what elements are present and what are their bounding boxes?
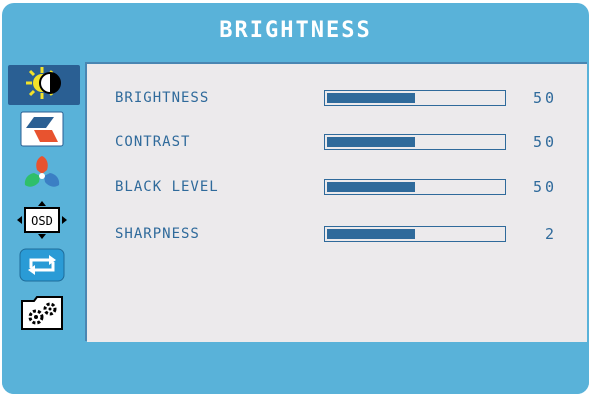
sidebar: OSD: [2, 62, 87, 341]
setting-row-sharpness[interactable]: SHARPNESS 2: [87, 223, 587, 249]
sidebar-item-color[interactable]: [14, 111, 70, 151]
setting-row-brightness[interactable]: BRIGHTNESS 50: [87, 87, 587, 113]
setting-value: 2: [544, 225, 557, 243]
brightness-slider[interactable]: [324, 90, 506, 106]
setting-label: CONTRAST: [115, 134, 191, 150]
sidebar-item-reset[interactable]: [14, 247, 70, 287]
rgb-icon: [20, 154, 64, 198]
reset-icon: [19, 248, 65, 286]
sidebar-item-rgb[interactable]: [14, 156, 70, 196]
brightness-icon: [22, 65, 66, 105]
contrast-slider[interactable]: [324, 134, 506, 150]
slider-fill: [327, 93, 415, 103]
setting-row-contrast[interactable]: CONTRAST 50: [87, 131, 587, 157]
sidebar-item-setup[interactable]: [14, 294, 70, 334]
setting-value: 50: [532, 133, 557, 151]
setting-label: SHARPNESS: [115, 226, 200, 242]
sharpness-slider[interactable]: [324, 226, 506, 242]
slider-fill: [327, 137, 415, 147]
settings-panel: BRIGHTNESS 50 CONTRAST 50 BLACK LEVEL 50…: [87, 62, 587, 343]
footer-bar: [2, 342, 589, 394]
svg-text:OSD: OSD: [31, 214, 53, 228]
page-title: BRIGHTNESS: [219, 18, 372, 43]
setting-value: 50: [532, 178, 557, 196]
black-level-slider[interactable]: [324, 179, 506, 195]
setting-label: BLACK LEVEL: [115, 179, 219, 195]
slider-fill: [327, 229, 415, 239]
setting-value: 50: [532, 89, 557, 107]
setup-icon: [20, 293, 64, 335]
title-bar: BRIGHTNESS: [2, 3, 589, 58]
sidebar-item-osd[interactable]: OSD: [14, 200, 70, 244]
sidebar-item-brightness[interactable]: [8, 65, 80, 105]
setting-row-black-level[interactable]: BLACK LEVEL 50: [87, 176, 587, 202]
slider-fill: [327, 182, 415, 192]
setting-label: BRIGHTNESS: [115, 90, 210, 106]
osd-position-icon: OSD: [14, 200, 70, 244]
osd-menu: BRIGHTNESS OSD BRIGHTNESS 50 CONTRAST 50…: [2, 3, 589, 394]
color-icon: [20, 111, 64, 151]
